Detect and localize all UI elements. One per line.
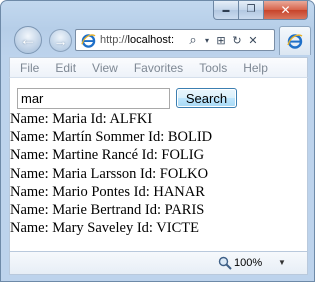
maximize-icon: ❐ — [246, 4, 256, 15]
status-bar: 100% ▼ — [9, 251, 308, 275]
compatibility-view-icon[interactable]: ⊞ — [214, 32, 228, 48]
url-text[interactable]: http://localhost: — [100, 34, 184, 46]
zoom-level[interactable]: 100% — [234, 257, 262, 269]
menu-bar: File Edit View Favorites Tools Help — [9, 57, 308, 77]
forward-button[interactable]: → — [49, 29, 72, 52]
refresh-icon[interactable]: ↻ — [230, 32, 244, 48]
ie-page-icon — [80, 32, 96, 48]
ie-tab-icon — [287, 34, 303, 49]
result-item: Name: Marie Bertrand Id: PARIS — [10, 201, 205, 218]
menu-file[interactable]: File — [13, 58, 48, 78]
menu-help[interactable]: Help — [236, 58, 277, 78]
url-prefix: http:// — [100, 34, 128, 46]
search-icon[interactable]: ⌕ — [186, 32, 200, 48]
result-item: Name: Mary Saveley Id: VICTE — [10, 220, 199, 237]
result-item: Name: Martine Rancé Id: FOLIG — [10, 147, 205, 164]
stop-icon[interactable]: ✕ — [246, 32, 260, 48]
browser-tab[interactable] — [279, 26, 311, 55]
caption-buttons: ▬ ❐ ✕ — [213, 1, 308, 20]
page-content: Search Name: Maria Id: ALFKI Name: Martí… — [9, 77, 308, 251]
result-item: Name: Maria Id: ALFKI — [10, 111, 153, 127]
menu-favorites[interactable]: Favorites — [127, 58, 192, 78]
menu-tools[interactable]: Tools — [192, 58, 236, 78]
menu-edit[interactable]: Edit — [48, 58, 85, 78]
close-button[interactable]: ✕ — [264, 1, 308, 20]
back-button[interactable]: ← — [14, 26, 42, 54]
zoom-dropdown-icon[interactable]: ▼ — [278, 258, 286, 267]
url-host: localhost: — [127, 34, 175, 46]
result-item: Name: Maria Larsson Id: FOLKO — [10, 165, 209, 182]
address-bar[interactable]: http://localhost: ⌕ ▾ ⊞ ↻ ✕ — [75, 29, 275, 51]
address-dropdown-icon[interactable]: ▾ — [202, 32, 212, 48]
search-button[interactable]: Search — [176, 88, 237, 108]
search-input[interactable] — [17, 88, 170, 109]
browser-window: ▬ ❐ ✕ ← → http://localhost: ⌕ ▾ ⊞ ↻ ✕ Fi… — [0, 0, 315, 282]
zoom-magnifier-icon[interactable] — [217, 255, 233, 271]
result-item: Name: Martín Sommer Id: BOLID — [10, 129, 213, 146]
back-arrow-icon: ← — [19, 30, 37, 49]
minimize-icon: ▬ — [222, 6, 230, 14]
menu-view[interactable]: View — [85, 58, 127, 78]
result-item: Name: Mario Pontes Id: HANAR — [10, 183, 205, 200]
results-list: Name: Maria Id: ALFKI Name: Martín Somme… — [10, 110, 212, 237]
close-icon: ✕ — [280, 3, 291, 17]
forward-arrow-icon: → — [53, 32, 68, 49]
maximize-button[interactable]: ❐ — [239, 1, 264, 20]
minimize-button[interactable]: ▬ — [213, 1, 239, 20]
